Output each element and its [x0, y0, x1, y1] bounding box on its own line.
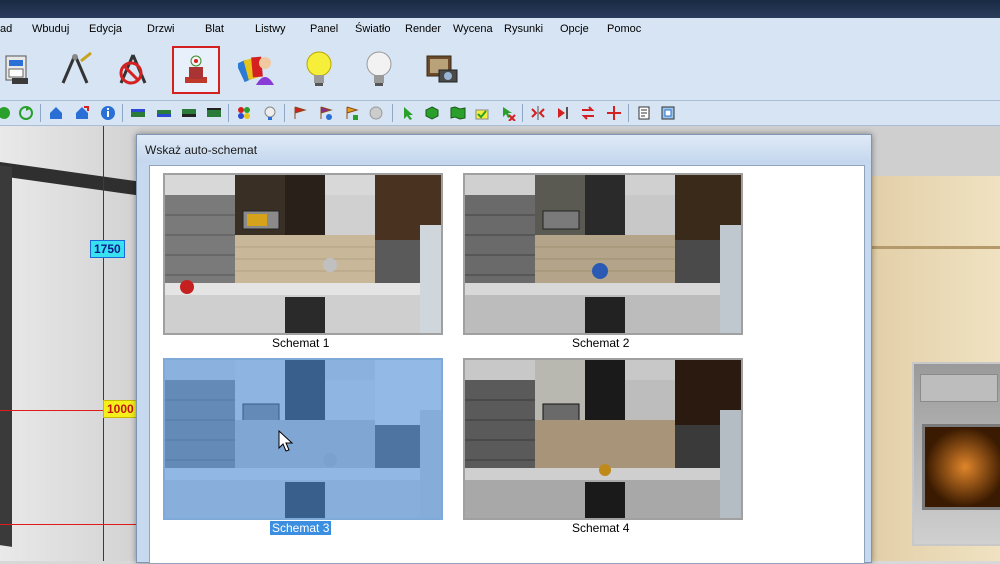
light-off-button[interactable] [356, 46, 402, 92]
oven [912, 362, 1000, 546]
house-arrow-icon[interactable] [74, 105, 90, 121]
scheme-thumbnail-3[interactable] [163, 358, 443, 520]
move-cross-icon[interactable] [606, 105, 622, 121]
menu-item-swiatlo[interactable]: Światło [355, 23, 390, 35]
cabinet-bottom-icon[interactable] [181, 105, 197, 121]
secondary-toolbar [0, 101, 1000, 126]
kitchen-render-image [465, 175, 741, 333]
menu-item-edycja[interactable]: Edycja [89, 23, 122, 35]
color-palette-person-icon [238, 56, 274, 85]
menu-item-blat[interactable]: Blat [205, 23, 224, 35]
wall-edge [0, 165, 12, 547]
lightbulb-off-icon [366, 51, 392, 86]
auto-scheme-button[interactable] [172, 46, 220, 94]
menu-item-drzwi[interactable]: Drzwi [147, 23, 175, 35]
render-photo-button[interactable] [418, 46, 464, 92]
scheme-thumbnail-4[interactable] [463, 358, 743, 520]
toolbar-separator [228, 104, 229, 122]
plant-auto-scheme-icon [185, 55, 207, 83]
kitchen-render-image [165, 175, 441, 333]
flag-color-icon[interactable] [344, 105, 360, 121]
compass-forbidden-button[interactable] [110, 46, 156, 92]
menu-item-wbuduj[interactable]: Wbuduj [32, 23, 69, 35]
scheme-list: Schemat 1 Schemat 2 Schemat 3 Schemat 4 [149, 165, 865, 564]
swap-arrows-icon[interactable] [580, 105, 596, 121]
split-arrows-icon[interactable] [530, 105, 546, 121]
window-title-strip [0, 0, 1000, 18]
menu-item-panel[interactable]: Panel [310, 23, 338, 35]
color-dots-icon[interactable] [236, 105, 252, 121]
document-list-icon[interactable] [636, 105, 652, 121]
scheme-label-1[interactable]: Schemat 1 [272, 336, 329, 350]
main-toolbar [0, 40, 1000, 101]
toolbar-separator [628, 104, 629, 122]
mouse-cursor-icon [278, 430, 294, 452]
frame-view-icon[interactable] [660, 105, 676, 121]
cube-icon[interactable] [424, 105, 440, 121]
map-icon[interactable] [450, 105, 466, 121]
lightbulb-on-icon [306, 51, 332, 86]
lamp-icon[interactable] [262, 105, 278, 121]
dimension-line-horizontal-lower [0, 524, 140, 525]
scheme-label-4[interactable]: Schemat 4 [572, 521, 629, 535]
scheme-thumbnail-2[interactable] [463, 173, 743, 335]
mirror-icon[interactable] [556, 105, 572, 121]
compass-drawing-button[interactable] [52, 46, 98, 92]
dimension-label-vertical[interactable]: 1750 [90, 240, 125, 258]
flag-select-icon[interactable] [292, 105, 308, 121]
selection-highlight [165, 360, 441, 518]
flag-select2-icon[interactable] [318, 105, 334, 121]
compass-forbidden-icon [119, 54, 147, 85]
menu-item-opcje[interactable]: Opcje [560, 23, 589, 35]
menu-item-pomoc[interactable]: Pomoc [607, 23, 641, 35]
light-on-button[interactable] [296, 46, 342, 92]
auto-scheme-dialog: Wskaż auto-schemat Schemat 1 Schemat 2 S… [136, 134, 872, 564]
cursor-select-icon[interactable] [400, 105, 416, 121]
menu-bar: ad Wbuduj Edycja Drzwi Blat Listwy Panel… [0, 18, 1000, 40]
photo-camera-icon [426, 55, 458, 83]
toolbar-separator [392, 104, 393, 122]
cabinet-top-icon[interactable] [130, 105, 146, 121]
cursor-delete-icon[interactable] [500, 105, 516, 121]
oven-control-panel [920, 374, 998, 402]
menu-item-ad[interactable]: ad [0, 23, 12, 35]
folder-check-icon[interactable] [474, 105, 490, 121]
toolbar-separator [122, 104, 123, 122]
toolbar-separator [522, 104, 523, 122]
rotate-icon[interactable] [18, 105, 34, 121]
toolbar-separator [284, 104, 285, 122]
menu-item-render[interactable]: Render [405, 23, 441, 35]
color-palette-button[interactable] [234, 46, 280, 92]
dialog-title-bar[interactable]: Wskaż auto-schemat [137, 135, 871, 163]
cabinet-middle-icon[interactable] [156, 105, 172, 121]
house-up-icon[interactable] [48, 105, 64, 121]
cabinet-wall-icon[interactable] [206, 105, 222, 121]
scheme-thumbnail-1[interactable] [163, 173, 443, 335]
menu-item-listwy[interactable]: Listwy [255, 23, 286, 35]
green-arrow-icon[interactable] [0, 105, 12, 121]
oven-window [922, 424, 1000, 510]
kitchen-render-image [465, 360, 741, 518]
info-icon[interactable] [100, 105, 116, 121]
scheme-label-3[interactable]: Schemat 3 [270, 521, 332, 535]
cabinet-floppy-button[interactable] [0, 46, 40, 92]
gray-circle-icon[interactable] [368, 105, 384, 121]
toolbar-separator [40, 104, 41, 122]
dialog-title: Wskaż auto-schemat [145, 143, 258, 157]
menu-item-wycena[interactable]: Wycena [453, 23, 493, 35]
cabinet-edge [870, 246, 1000, 249]
dimension-label-horizontal[interactable]: 1000 [103, 400, 138, 418]
compass-drawing-icon [61, 51, 92, 84]
dimension-line-vertical [103, 126, 104, 561]
scheme-label-2[interactable]: Schemat 2 [572, 336, 629, 350]
cabinet-floppy-icon [5, 55, 28, 84]
menu-item-rysunki[interactable]: Rysunki [504, 23, 543, 35]
